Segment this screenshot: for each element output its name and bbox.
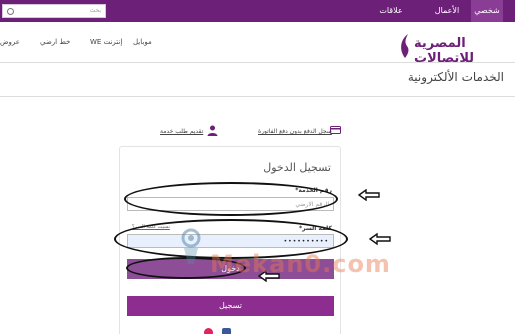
search-placeholder: بحث bbox=[89, 7, 101, 14]
social-icon[interactable] bbox=[204, 328, 213, 334]
social-icon[interactable] bbox=[222, 328, 231, 334]
page-title: الخدمات الألكترونية bbox=[407, 70, 504, 84]
nav-item-internet[interactable]: WE إنترنت bbox=[90, 38, 122, 46]
top-bar: بحث علاقات المستثمرين الأعمال شخصي bbox=[0, 0, 515, 37]
watermark-gear-icon bbox=[181, 228, 201, 264]
page: بحث علاقات المستثمرين الأعمال شخصي المصر… bbox=[0, 0, 515, 334]
arrow-left-icon bbox=[369, 233, 391, 245]
annotation-oval bbox=[124, 182, 338, 216]
service-request-link[interactable]: تقديم طلب خدمة bbox=[160, 128, 203, 135]
tab-personal[interactable]: شخصي bbox=[471, 0, 503, 22]
register-button[interactable]: تسجيل bbox=[127, 296, 334, 316]
divider bbox=[0, 96, 515, 97]
login-title: تسجيل الدخول bbox=[263, 161, 331, 174]
tab-business[interactable]: الأعمال bbox=[430, 0, 464, 22]
search-input[interactable]: بحث bbox=[2, 4, 106, 18]
nav-item-offers[interactable]: عروض bbox=[0, 38, 20, 46]
nav-item-landline[interactable]: خط ارضي bbox=[40, 38, 70, 46]
nav-item-mobile[interactable]: موبايل bbox=[133, 38, 152, 46]
credit-card-icon bbox=[330, 126, 341, 134]
pay-bill-link[interactable]: سجل الدفع بدون دفع الفاتورة bbox=[258, 128, 332, 135]
watermark-text: Mekan0.com bbox=[210, 250, 391, 278]
arrow-left-icon bbox=[358, 189, 380, 201]
tab-investor-relations[interactable]: علاقات المستثمرين bbox=[360, 0, 422, 37]
divider bbox=[0, 62, 515, 63]
logo-swoosh-icon bbox=[401, 34, 409, 58]
user-icon bbox=[207, 125, 218, 136]
search-icon[interactable] bbox=[7, 8, 14, 15]
